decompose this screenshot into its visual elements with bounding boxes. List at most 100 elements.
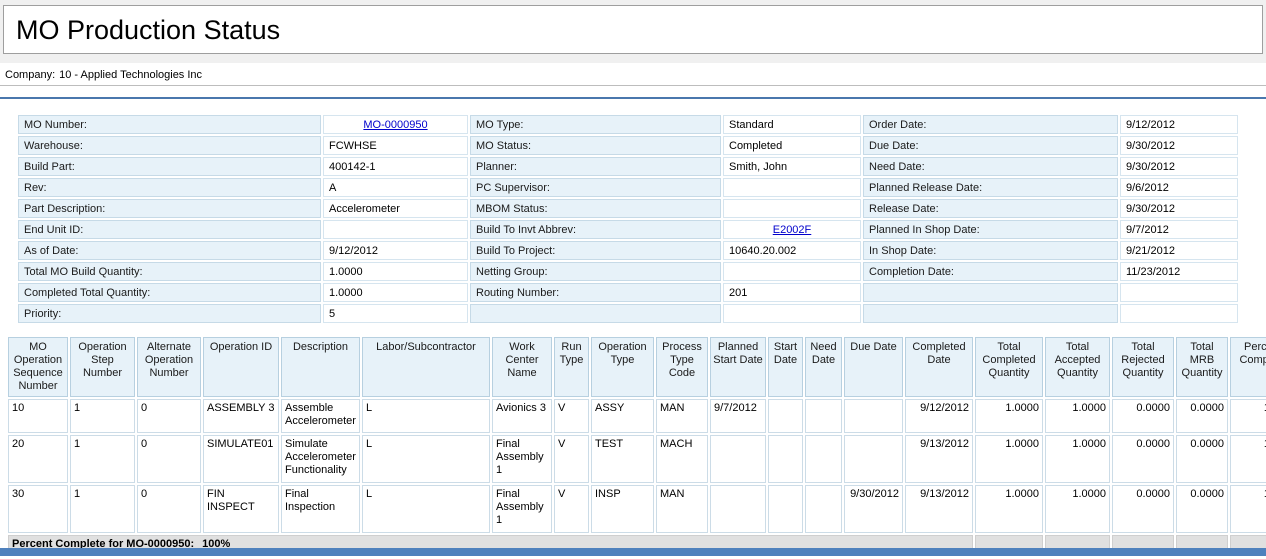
op-cell: 9/30/2012 bbox=[844, 485, 903, 533]
op-cell bbox=[844, 435, 903, 483]
op-cell: 1 bbox=[70, 435, 135, 483]
release-date-value: 9/30/2012 bbox=[1120, 199, 1238, 218]
company-row: Company: 10 - Applied Technologies Inc bbox=[0, 63, 1266, 86]
op-cell: 9/12/2012 bbox=[905, 399, 973, 433]
title-box: MO Production Status bbox=[3, 5, 1263, 54]
in-shop-date-value: 9/21/2012 bbox=[1120, 241, 1238, 260]
order-date-label: Order Date: bbox=[863, 115, 1118, 134]
col-total-mrb-quantity: Total MRB Quantity bbox=[1176, 337, 1228, 397]
info-row: MO Number: MO-0000950 MO Type: Standard … bbox=[18, 115, 1238, 134]
op-cell: 9/7/2012 bbox=[710, 399, 766, 433]
col-total-completed-quantity: Total Completed Quantity bbox=[975, 337, 1043, 397]
op-cell: 1.0000 bbox=[1045, 485, 1110, 533]
end-unit-id-label: End Unit ID: bbox=[18, 220, 321, 239]
mo-number-label: MO Number: bbox=[18, 115, 321, 134]
op-cell bbox=[768, 485, 803, 533]
build-to-invt-abbrev-label: Build To Invt Abbrev: bbox=[470, 220, 721, 239]
mo-number-link[interactable]: MO-0000950 bbox=[363, 119, 427, 131]
netting-group-value bbox=[723, 262, 861, 281]
col-operation-step-number: Operation Step Number bbox=[70, 337, 135, 397]
info-row: Part Description: Accelerometer MBOM Sta… bbox=[18, 199, 1238, 218]
build-to-project-value: 10640.20.002 bbox=[723, 241, 861, 260]
op-cell: 1.0000 bbox=[1045, 435, 1110, 483]
end-unit-id-value bbox=[323, 220, 468, 239]
op-cell: 9/13/2012 bbox=[905, 485, 973, 533]
rev-label: Rev: bbox=[18, 178, 321, 197]
total-mo-build-quantity-value: 1.0000 bbox=[323, 262, 468, 281]
pc-supervisor-label: PC Supervisor: bbox=[470, 178, 721, 197]
operations-table: MO Operation Sequence Number Operation S… bbox=[6, 335, 1266, 556]
build-part-label: Build Part: bbox=[18, 157, 321, 176]
op-cell: 100% bbox=[1230, 435, 1266, 483]
op-cell: TEST bbox=[591, 435, 654, 483]
op-cell: 100% bbox=[1230, 485, 1266, 533]
planner-value: Smith, John bbox=[723, 157, 861, 176]
mo-status-value: Completed bbox=[723, 136, 861, 155]
op-cell: 0 bbox=[137, 435, 201, 483]
mo-number-value-cell: MO-0000950 bbox=[323, 115, 468, 134]
release-date-label: Release Date: bbox=[863, 199, 1118, 218]
operations-header-row: MO Operation Sequence Number Operation S… bbox=[8, 337, 1266, 397]
col-run-type: Run Type bbox=[554, 337, 589, 397]
due-date-label: Due Date: bbox=[863, 136, 1118, 155]
bottom-blue-bar bbox=[0, 548, 1266, 556]
pc-supervisor-value bbox=[723, 178, 861, 197]
info-row: End Unit ID: Build To Invt Abbrev: E2002… bbox=[18, 220, 1238, 239]
mbom-status-value bbox=[723, 199, 861, 218]
as-of-date-label: As of Date: bbox=[18, 241, 321, 260]
op-cell: L bbox=[362, 399, 490, 433]
op-cell: ASSY bbox=[591, 399, 654, 433]
op-cell: 0 bbox=[137, 485, 201, 533]
company-value: 10 - Applied Technologies Inc bbox=[59, 69, 202, 81]
col-total-accepted-quantity: Total Accepted Quantity bbox=[1045, 337, 1110, 397]
as-of-date-value: 9/12/2012 bbox=[323, 241, 468, 260]
op-cell: 100% bbox=[1230, 399, 1266, 433]
need-date-value: 9/30/2012 bbox=[1120, 157, 1238, 176]
completion-date-label: Completion Date: bbox=[863, 262, 1118, 281]
info-empty-value bbox=[723, 304, 861, 323]
planned-release-date-value: 9/6/2012 bbox=[1120, 178, 1238, 197]
op-cell: 9/13/2012 bbox=[905, 435, 973, 483]
info-empty-label bbox=[863, 283, 1118, 302]
company-label: Company: bbox=[5, 69, 55, 81]
info-row: Rev: A PC Supervisor: Planned Release Da… bbox=[18, 178, 1238, 197]
op-cell: 0.0000 bbox=[1112, 485, 1174, 533]
op-cell bbox=[844, 399, 903, 433]
op-cell: V bbox=[554, 399, 589, 433]
netting-group-label: Netting Group: bbox=[470, 262, 721, 281]
build-to-project-label: Build To Project: bbox=[470, 241, 721, 260]
op-cell: Avionics 3 bbox=[492, 399, 552, 433]
masthead: MO Production Status bbox=[0, 0, 1266, 63]
op-cell: 1 bbox=[70, 485, 135, 533]
op-cell: 20 bbox=[8, 435, 68, 483]
build-to-invt-abbrev-link[interactable]: E2002F bbox=[773, 224, 812, 236]
op-cell: 0.0000 bbox=[1176, 485, 1228, 533]
op-cell: 30 bbox=[8, 485, 68, 533]
total-mo-build-quantity-label: Total MO Build Quantity: bbox=[18, 262, 321, 281]
col-operation-id: Operation ID bbox=[203, 337, 279, 397]
build-to-invt-abbrev-value-cell: E2002F bbox=[723, 220, 861, 239]
mbom-status-label: MBOM Status: bbox=[470, 199, 721, 218]
col-mo-operation-sequence-number: MO Operation Sequence Number bbox=[8, 337, 68, 397]
op-cell: L bbox=[362, 435, 490, 483]
page-title: MO Production Status bbox=[4, 6, 1262, 47]
col-description: Description bbox=[281, 337, 360, 397]
operation-row: 20 1 0 SIMULATE01 Simulate Accelerometer… bbox=[8, 435, 1266, 483]
op-cell bbox=[710, 485, 766, 533]
planned-in-shop-date-value: 9/7/2012 bbox=[1120, 220, 1238, 239]
op-cell: 0.0000 bbox=[1112, 399, 1174, 433]
info-empty-value bbox=[1120, 283, 1238, 302]
op-cell bbox=[805, 435, 842, 483]
part-description-value: Accelerometer bbox=[323, 199, 468, 218]
op-cell: INSP bbox=[591, 485, 654, 533]
op-cell: Final Inspection bbox=[281, 485, 360, 533]
op-cell bbox=[710, 435, 766, 483]
operation-row: 30 1 0 FIN INSPECT Final Inspection L Fi… bbox=[8, 485, 1266, 533]
op-cell: 0.0000 bbox=[1176, 399, 1228, 433]
op-cell bbox=[768, 435, 803, 483]
info-row: As of Date: 9/12/2012 Build To Project: … bbox=[18, 241, 1238, 260]
col-need-date: Need Date bbox=[805, 337, 842, 397]
op-cell: 1.0000 bbox=[975, 399, 1043, 433]
op-cell: 1.0000 bbox=[1045, 399, 1110, 433]
op-cell: 1.0000 bbox=[975, 435, 1043, 483]
